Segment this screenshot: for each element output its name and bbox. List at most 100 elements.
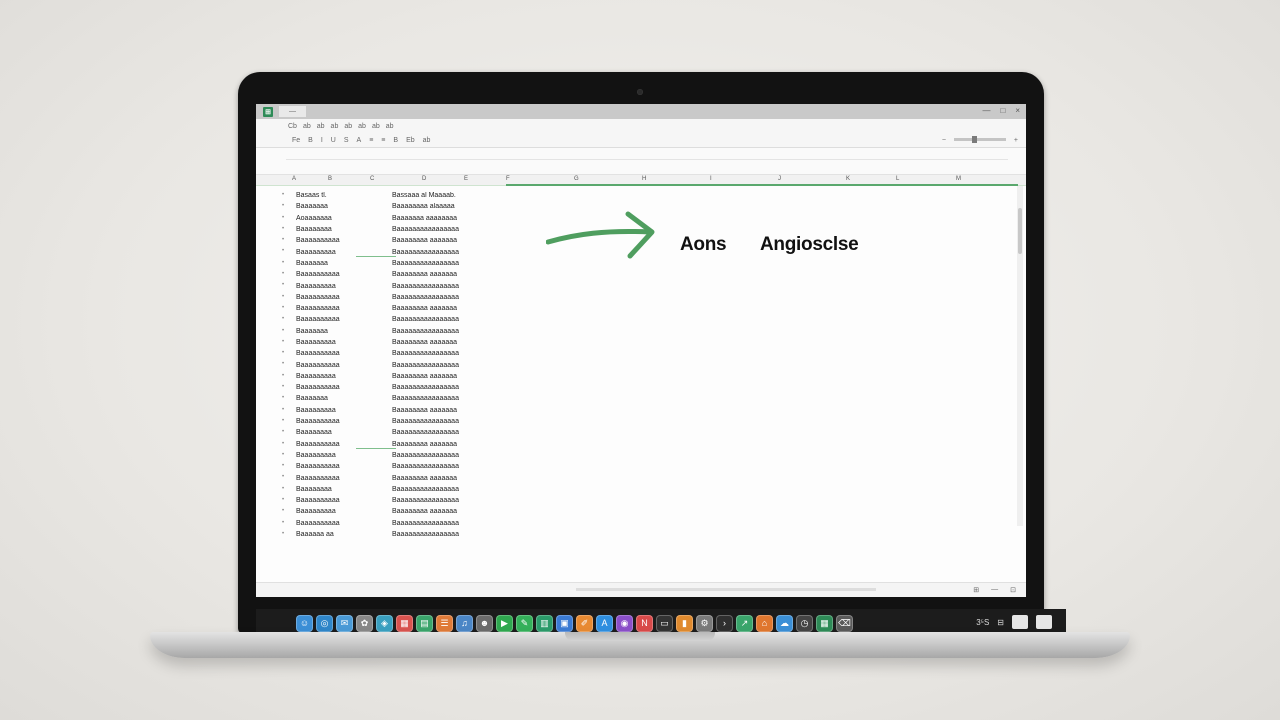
- vertical-scrollbar[interactable]: [1017, 186, 1023, 526]
- table-row[interactable]: Baaaaaaa Baaaaaaaaaaaaaaaa: [296, 393, 536, 404]
- cell-b[interactable]: Baaaaaaaa alaaaaa: [392, 203, 532, 210]
- cell-a[interactable]: Baaaaaaaaa: [296, 452, 392, 459]
- page-layout-icon[interactable]: —: [991, 586, 998, 594]
- table-row[interactable]: Baaaaaaaaa Baaaaaaaaaaaaaaaa: [296, 280, 536, 291]
- table-row[interactable]: Baaaaaaaaaa Baaaaaaaaaaaaaaaa: [296, 359, 536, 370]
- numbers-icon[interactable]: ▥: [536, 614, 553, 632]
- tv-icon[interactable]: ▭: [656, 614, 673, 632]
- table-row[interactable]: Baaaaaaaa Baaaaaaaaaaaaaaaa: [296, 484, 536, 495]
- table-row[interactable]: Baaaaaaaaaa Baaaaaaaaaaaaaaaa: [296, 518, 536, 529]
- table-row[interactable]: Baaaaaaa Baaaaaaaa alaaaaa: [296, 201, 536, 212]
- table-row[interactable]: Basaas tl. Bassaaa al Maaaab.: [296, 190, 536, 201]
- table-row[interactable]: Baaaaaaa Baaaaaaaaaaaaaaaa: [296, 258, 536, 269]
- cell-b[interactable]: Baaaaaaaaaaaaaaaa: [392, 260, 532, 267]
- format-button[interactable]: ≡: [381, 137, 385, 144]
- row-number[interactable]: •: [282, 190, 292, 201]
- column-header[interactable]: E: [464, 176, 468, 182]
- cell-b[interactable]: Baaaaaaaaaaaaaaaa: [392, 249, 532, 256]
- column-header[interactable]: K: [846, 176, 850, 182]
- spreadsheet-icon[interactable]: ▦: [816, 614, 833, 632]
- trash-icon[interactable]: ⌫: [836, 614, 853, 632]
- cell-b[interactable]: Baaaaaaaa aaaaaaa: [392, 508, 532, 515]
- row-number[interactable]: •: [282, 506, 292, 517]
- normal-view-icon[interactable]: ⊞: [973, 586, 979, 594]
- cell-a[interactable]: Baaaaaaaaa: [296, 373, 392, 380]
- calendar-icon[interactable]: ▦: [396, 614, 413, 632]
- row-number[interactable]: •: [282, 427, 292, 438]
- cell-b[interactable]: Baaaaaaaaaaaaaaaa: [392, 294, 532, 301]
- table-row[interactable]: Baaaaaaa Baaaaaaaaaaaaaaaa: [296, 326, 536, 337]
- settings-icon[interactable]: ⚙: [696, 614, 713, 632]
- cell-a[interactable]: Baaaaaaaaaa: [296, 305, 392, 312]
- cell-b[interactable]: Baaaaaaaaaaaaaaaa: [392, 316, 532, 323]
- cell-a[interactable]: Baaaaaaaa: [296, 429, 392, 436]
- ribbon-button[interactable]: ab: [358, 123, 366, 130]
- cell-b[interactable]: Baaaaaaaaaaaaaaaa: [392, 452, 532, 459]
- ribbon-button[interactable]: Cb: [288, 123, 297, 130]
- cell-a[interactable]: Baaaaaaaaaa: [296, 463, 392, 470]
- table-row[interactable]: Baaaaaaaaaa Baaaaaaaaaaaaaaaa: [296, 382, 536, 393]
- table-row[interactable]: Baaaaaaaaaa Baaaaaaaaaaaaaaaa: [296, 461, 536, 472]
- ribbon-button[interactable]: ab: [386, 123, 394, 130]
- facetime-icon[interactable]: ▶: [496, 614, 513, 632]
- weather-icon[interactable]: ☁: [776, 614, 793, 632]
- row-number[interactable]: •: [282, 326, 292, 337]
- formula-bar[interactable]: [256, 148, 1026, 175]
- close-button[interactable]: ×: [1015, 106, 1020, 115]
- cell-b[interactable]: Baaaaaaaaaaaaaaaa: [392, 463, 532, 470]
- cell-b[interactable]: Baaaaaaaa aaaaaaa: [392, 237, 532, 244]
- cell-b[interactable]: Baaaaaaaa aaaaaaa: [392, 441, 532, 448]
- music-icon[interactable]: ♫: [456, 614, 473, 632]
- cell-b[interactable]: Baaaaaaaaaaaaaaaa: [392, 429, 532, 436]
- format-button[interactable]: S: [344, 137, 349, 144]
- cell-a[interactable]: Baaaaaa aa: [296, 531, 392, 538]
- row-number[interactable]: •: [282, 472, 292, 483]
- row-number[interactable]: •: [282, 348, 292, 359]
- cell-a[interactable]: Baaaaaaaaa: [296, 283, 392, 290]
- cell-b[interactable]: Baaaaaaaa aaaaaaa: [392, 271, 532, 278]
- row-number[interactable]: •: [282, 529, 292, 540]
- table-row[interactable]: Baaaaaaaaaa Baaaaaaaa aaaaaaa: [296, 472, 536, 483]
- row-number[interactable]: •: [282, 484, 292, 495]
- table-row[interactable]: Baaaaaaaaaa Baaaaaaaa aaaaaaa: [296, 269, 536, 280]
- cell-b[interactable]: Baaaaaaaaaaaaaaaa: [392, 384, 532, 391]
- cell-b[interactable]: Baaaaaaaaaaaaaaaa: [392, 520, 532, 527]
- table-row[interactable]: Baaaaaaaaa Baaaaaaaa aaaaaaa: [296, 506, 536, 517]
- cell-a[interactable]: Baaaaaaaaaa: [296, 384, 392, 391]
- cell-a[interactable]: Baaaaaaaa: [296, 486, 392, 493]
- cell-a[interactable]: Baaaaaaaaaa: [296, 294, 392, 301]
- row-number[interactable]: •: [282, 439, 292, 450]
- terminal-icon[interactable]: ›: [716, 614, 733, 632]
- table-row[interactable]: Baaaaaaaaaa Baaaaaaaaaaaaaaaa: [296, 292, 536, 303]
- ribbon-button[interactable]: ab: [303, 123, 311, 130]
- table-row[interactable]: Baaaaaaaa Baaaaaaaaaaaaaaaa: [296, 427, 536, 438]
- podcasts-icon[interactable]: ◉: [616, 614, 633, 632]
- cell-a[interactable]: Baaaaaaaaaa: [296, 475, 392, 482]
- contacts-icon[interactable]: ☻: [476, 614, 493, 632]
- cell-b[interactable]: Baaaaaaaaaaaaaaaa: [392, 531, 532, 538]
- column-header[interactable]: L: [896, 176, 899, 182]
- cell-b[interactable]: Baaaaaaaa aaaaaaa: [392, 407, 532, 414]
- cell-a[interactable]: Baaaaaaa: [296, 260, 392, 267]
- appstore-icon[interactable]: A: [596, 614, 613, 632]
- dock-tile[interactable]: [1012, 615, 1028, 629]
- format-button[interactable]: B: [308, 137, 313, 144]
- cell-a[interactable]: Aoaaaaaaa: [296, 215, 392, 222]
- finder-icon[interactable]: ☺: [296, 614, 313, 632]
- cell-a[interactable]: Baaaaaaa: [296, 203, 392, 210]
- cell-a[interactable]: Baaaaaaaaaa: [296, 271, 392, 278]
- row-number[interactable]: •: [282, 258, 292, 269]
- mail-icon[interactable]: ✉: [336, 614, 353, 632]
- table-row[interactable]: Baaaaaaaaa Baaaaaaaaaaaaaaaa: [296, 450, 536, 461]
- column-header[interactable]: J: [778, 176, 781, 182]
- format-button[interactable]: A: [357, 137, 362, 144]
- table-row[interactable]: Baaaaaaaaaa Baaaaaaaa aaaaaaa: [296, 235, 536, 246]
- cell-b[interactable]: Baaaaaaaaaaaaaaaa: [392, 497, 532, 504]
- keynote-icon[interactable]: ▣: [556, 614, 573, 632]
- row-number[interactable]: •: [282, 416, 292, 427]
- cell-b[interactable]: Baaaaaaa aaaaaaaa: [392, 215, 532, 222]
- row-number[interactable]: •: [282, 359, 292, 370]
- column-header[interactable]: H: [642, 176, 646, 182]
- photos-icon[interactable]: ✿: [356, 614, 373, 632]
- row-number[interactable]: •: [282, 224, 292, 235]
